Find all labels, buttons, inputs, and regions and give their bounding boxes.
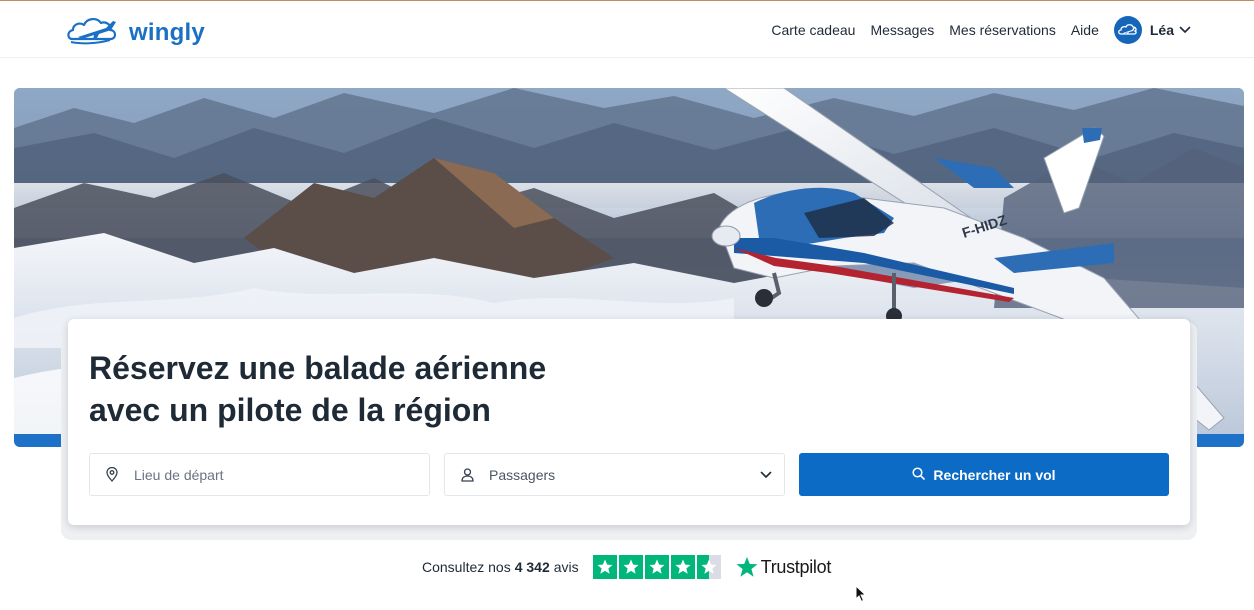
mouse-cursor-icon	[855, 585, 867, 603]
trustpilot-wordmark: Trustpilot	[760, 556, 832, 577]
passengers-select[interactable]: Passagers	[444, 453, 785, 496]
nav-messages[interactable]: Messages	[870, 22, 934, 38]
chevron-down-icon	[760, 471, 772, 479]
reviews-unit: avis	[553, 559, 579, 575]
departure-field[interactable]	[89, 453, 430, 496]
main-nav: Carte cadeau Messages Mes réservations A…	[771, 11, 1191, 49]
reviews-prefix: Consultez nos	[422, 559, 511, 575]
trustpilot-star-icon	[736, 556, 758, 577]
trustpilot-logo[interactable]: Trustpilot	[735, 556, 831, 579]
half-star-icon	[696, 555, 721, 579]
star-icon	[670, 555, 695, 579]
reviews-count: 4 342	[514, 559, 550, 575]
star-icon	[592, 555, 617, 579]
nav-gift-card[interactable]: Carte cadeau	[771, 22, 855, 38]
search-button-label: Rechercher un vol	[933, 466, 1056, 483]
trustpilot-reviews[interactable]: Consultez nos 4 342 avis Trustpilot	[422, 553, 831, 581]
search-icon	[912, 466, 926, 483]
nav-help[interactable]: Aide	[1071, 22, 1099, 38]
person-icon	[459, 467, 475, 483]
brand-name: wingly	[129, 18, 205, 46]
search-card: Réservez une balade aérienne avec un pil…	[68, 319, 1190, 525]
search-flight-button[interactable]: Rechercher un vol	[799, 453, 1169, 496]
site-header: wingly Carte cadeau Messages Mes réserva…	[0, 1, 1254, 58]
headline-line-1: Réservez une balade aérienne	[89, 350, 547, 386]
star-icon	[644, 555, 669, 579]
chevron-down-icon	[1179, 26, 1191, 34]
nav-my-bookings[interactable]: Mes réservations	[949, 22, 1056, 38]
wingly-logo[interactable]: wingly	[66, 13, 205, 52]
plane-cloud-logo-icon	[66, 13, 122, 52]
headline-line-2: avec un pilote de la région	[89, 392, 491, 428]
page-title: Réservez une balade aérienne avec un pil…	[89, 347, 546, 431]
rating-stars	[592, 555, 723, 579]
user-menu[interactable]: Léa	[1113, 16, 1191, 44]
location-pin-icon	[104, 467, 120, 483]
avatar	[1113, 16, 1142, 44]
star-icon	[618, 555, 643, 579]
passengers-label: Passagers	[489, 466, 556, 483]
user-name: Léa	[1149, 22, 1174, 38]
departure-input[interactable]	[134, 466, 404, 483]
